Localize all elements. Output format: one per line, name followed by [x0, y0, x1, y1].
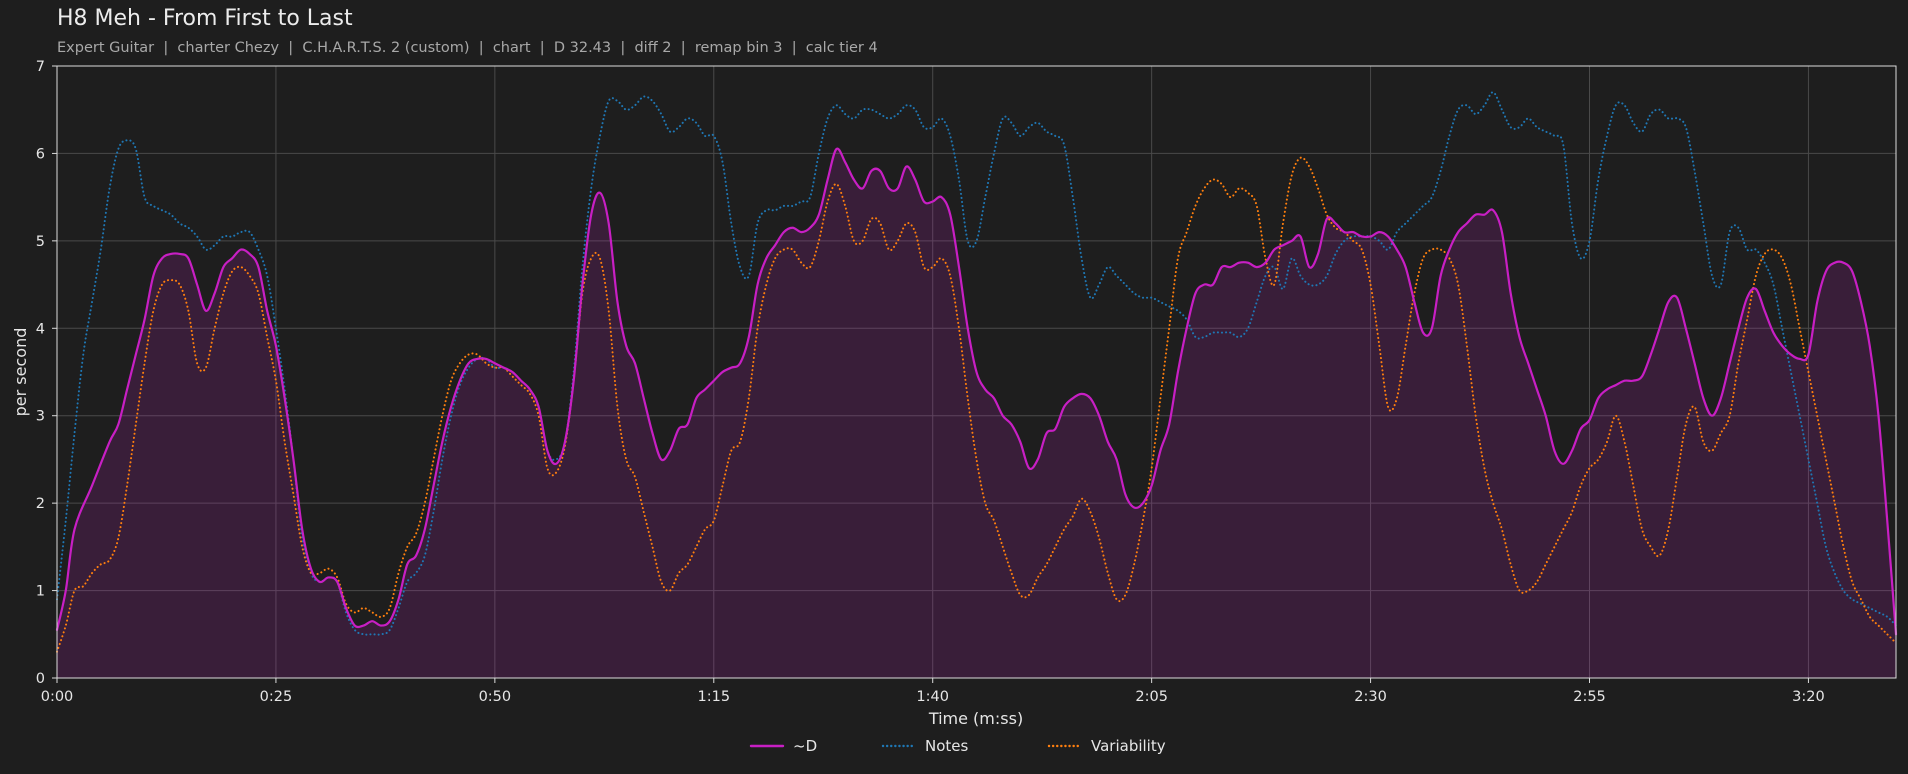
y-tick-label: 4 — [36, 321, 45, 337]
x-tick-label: 1:15 — [698, 689, 731, 705]
series-layer — [55, 91, 1898, 679]
x-axis-label: Time (m:ss) — [928, 709, 1023, 728]
y-tick-label: 0 — [36, 671, 45, 687]
legend-label-0: ~D — [793, 737, 817, 755]
x-tick-label: 0:50 — [479, 689, 512, 705]
legend-label-2: Variability — [1091, 737, 1166, 755]
y-tick-label: 2 — [36, 496, 45, 512]
legend-label-1: Notes — [925, 737, 969, 755]
x-tick-label: 2:55 — [1573, 689, 1606, 705]
y-tick-label: 6 — [36, 146, 45, 162]
line-chart: 0:00 0:25 0:50 1:15 1:40 2:05 2:30 2:55 3:20 0 1 2 3… — [11, 59, 1898, 755]
y-tick-label: 1 — [36, 584, 45, 600]
y-tick-label: 3 — [36, 409, 45, 425]
x-tick-label: 0:00 — [41, 689, 74, 705]
y-tick-label: 7 — [36, 59, 45, 75]
series-fill-0 — [57, 148, 1896, 679]
y-axis-label: per second — [11, 328, 30, 417]
x-tick-label: 3:20 — [1792, 689, 1825, 705]
y-tick-label: 5 — [36, 234, 45, 250]
x-tick-label: 1:40 — [916, 689, 949, 705]
x-tick-label: 0:25 — [260, 689, 293, 705]
x-tick-label: 2:30 — [1354, 689, 1387, 705]
x-tick-label: 2:05 — [1135, 689, 1168, 705]
legend: ~D Notes Variability — [749, 737, 1166, 755]
